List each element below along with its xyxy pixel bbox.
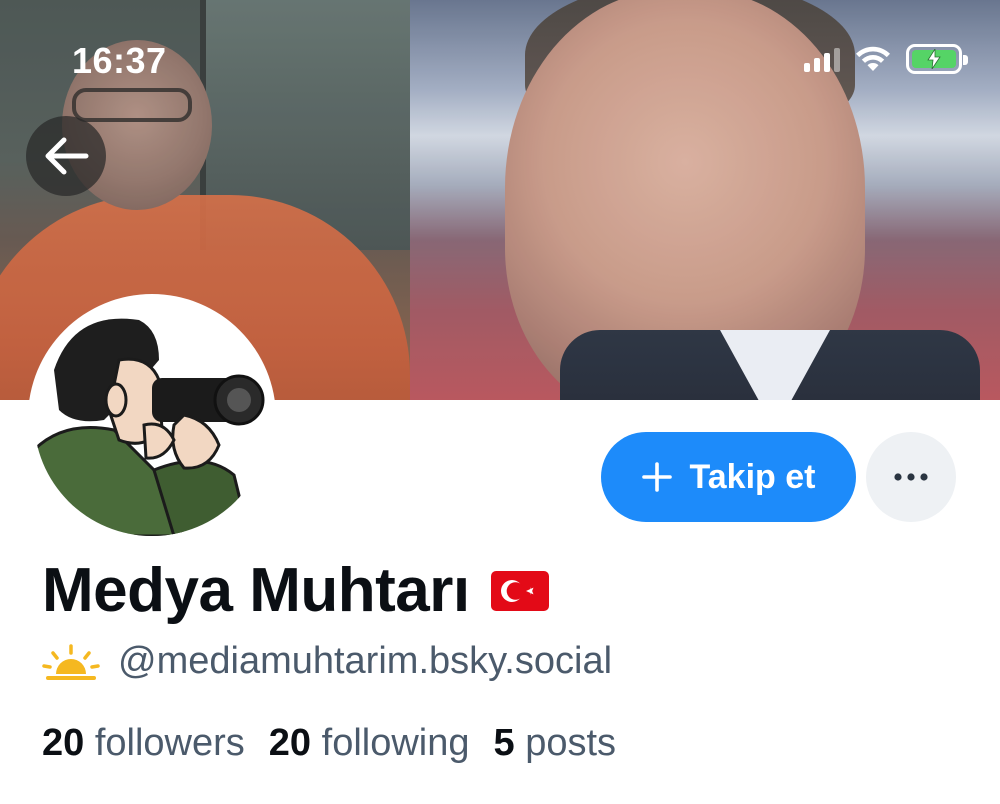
more-options-button[interactable] <box>866 432 956 522</box>
follow-button[interactable]: Takip et <box>601 432 856 522</box>
following-stat[interactable]: 20 following <box>269 722 470 765</box>
posts-stat: 5 posts <box>494 722 617 765</box>
cellular-signal-icon <box>804 46 840 72</box>
turkey-flag-icon <box>490 570 549 611</box>
posts-count: 5 <box>493 722 515 764</box>
posts-label: posts <box>525 722 617 764</box>
profile-stats: 20 followers 20 following 5 posts <box>42 722 616 765</box>
sunrise-icon <box>42 643 100 680</box>
handle-text[interactable]: @mediamuhtarim.bsky.social <box>118 640 612 683</box>
display-name-text: Medya Muhtarı <box>42 556 470 625</box>
followers-stat[interactable]: 20 followers <box>42 722 245 765</box>
following-count: 20 <box>268 722 312 764</box>
follow-label: Takip et <box>689 457 816 496</box>
battery-charging-icon <box>906 44 968 74</box>
following-label: following <box>321 722 470 764</box>
back-button[interactable] <box>26 116 106 196</box>
followers-label: followers <box>94 722 245 764</box>
avatar-illustration <box>34 300 270 536</box>
plus-icon <box>641 462 672 492</box>
display-name: Medya Muhtarı <box>42 555 550 626</box>
followers-count: 20 <box>42 722 85 764</box>
arrow-left-icon <box>45 137 89 175</box>
handle-row: @mediamuhtarim.bsky.social <box>42 640 612 683</box>
avatar[interactable] <box>28 294 276 542</box>
ellipsis-icon <box>894 473 928 481</box>
status-icons <box>804 44 968 74</box>
wifi-icon <box>856 46 890 71</box>
status-time: 16:37 <box>72 40 167 81</box>
